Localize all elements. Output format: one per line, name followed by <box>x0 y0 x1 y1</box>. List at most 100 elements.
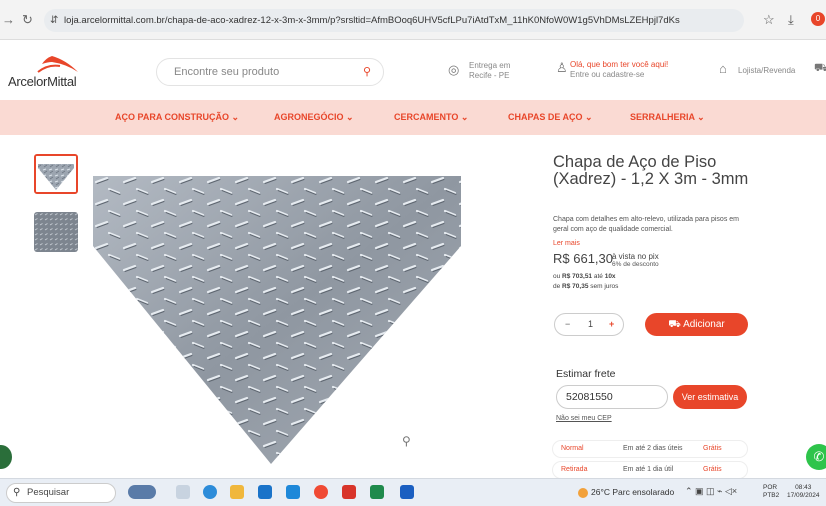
logo-mark-icon <box>37 56 78 73</box>
delivery-city: Recife - PE <box>469 71 510 80</box>
add-button-label: Adicionar <box>683 319 725 330</box>
pix-label: à vista no pix <box>612 252 659 261</box>
cart-icon[interactable]: ⛟ <box>814 62 826 76</box>
decrement-button[interactable]: − <box>565 319 570 329</box>
extension-badge[interactable]: 0 <box>811 12 825 26</box>
shipping-price: Grátis <box>703 466 722 473</box>
shipping-type: Normal <box>561 445 584 452</box>
price-note: à vista no pix 6% de desconto <box>612 253 659 269</box>
system-tray[interactable]: ⌃ ▣ ◫ ⌁ ◁× <box>685 486 737 497</box>
nav-chapas-de-aco[interactable]: CHAPAS DE AÇO ⌄ <box>508 112 593 123</box>
quantity-stepper: − 1 + <box>554 313 624 336</box>
delivery-label: Entrega em <box>469 61 511 70</box>
search-input[interactable]: Encontre seu produto ⚲ <box>156 58 384 86</box>
weather-text: 26°C Parc ensolarado <box>591 487 675 497</box>
store-link[interactable]: Lojista/Revenda <box>738 66 795 76</box>
windows-taskbar: ⚲ Pesquisar 26°C Parc ensolarado ⌃ ▣ ◫ ⌁… <box>0 478 826 506</box>
cart-add-icon: ⛟ <box>668 319 681 330</box>
store-app-icon[interactable] <box>258 485 272 499</box>
accessibility-button[interactable] <box>0 445 12 469</box>
mail-icon[interactable] <box>286 485 300 499</box>
site-info-icon[interactable]: ⇵ <box>50 9 58 32</box>
thumbnail-2[interactable] <box>34 212 78 252</box>
user-icon: ♙ <box>556 60 568 75</box>
pdf-app-icon[interactable] <box>342 485 356 499</box>
account-link[interactable]: Olá, que bom ter você aqui! Entre ou cad… <box>570 60 668 80</box>
edge-icon[interactable] <box>203 485 217 499</box>
language-indicator[interactable]: POR PTB2 <box>763 484 779 500</box>
zoom-icon[interactable]: ⚲ <box>402 434 411 448</box>
install-suffix: sem juros <box>588 283 619 290</box>
shipping-price: Grátis <box>703 445 722 452</box>
discount-label: 6% de desconto <box>612 261 659 268</box>
lang-line1: POR <box>763 484 778 491</box>
widget-image-icon[interactable] <box>128 485 156 499</box>
clock[interactable]: 08:43 17/09/2024 <box>787 484 820 500</box>
thumbnail-1[interactable] <box>34 154 78 194</box>
shipping-option-row: Normal Em até 2 dias úteis Grátis <box>552 440 748 458</box>
store-icon: ⌂ <box>719 61 727 76</box>
shipping-time: Em até 2 dias úteis <box>623 445 683 452</box>
install-count: 10x <box>604 273 616 280</box>
nav-serralheria[interactable]: SERRALHERIA ⌄ <box>630 112 705 123</box>
shipping-option-row: Retirada Em até 1 dia útil Grátis <box>552 461 748 479</box>
taskbar-search[interactable]: ⚲ Pesquisar <box>6 483 116 503</box>
login-text: Entre ou cadastre-se <box>570 70 645 79</box>
checkered-plate-image <box>93 176 461 464</box>
app-icon[interactable] <box>400 485 414 499</box>
nav-aco-construcao[interactable]: AÇO PARA CONSTRUÇÃO ⌄ <box>115 112 239 123</box>
category-nav: AÇO PARA CONSTRUÇÃO ⌄ AGRONEGÓCIO ⌄ CERC… <box>0 100 826 135</box>
install-each: R$ 70,35 <box>562 283 589 290</box>
weather-widget[interactable]: 26°C Parc ensolarado <box>578 487 674 498</box>
download-icon[interactable]: ⤓ <box>788 12 794 28</box>
taskbar-search-label: Pesquisar <box>27 487 70 498</box>
install-prefix: ou <box>553 273 563 280</box>
site-header: ArcelorMittal Encontre seu produto ⚲ ◎ E… <box>0 40 826 100</box>
install-line2-prefix: de <box>553 283 563 290</box>
shipping-label: Estimar frete <box>556 368 616 380</box>
address-bar[interactable]: ⇵ loja.arcelormittal.com.br/chapa-de-aco… <box>44 9 744 32</box>
quantity-value[interactable]: 1 <box>588 319 593 329</box>
nav-agronegocio[interactable]: AGRONEGÓCIO ⌄ <box>274 112 354 123</box>
forward-icon[interactable]: → <box>2 12 15 27</box>
search-icon: ⚲ <box>13 487 21 498</box>
bookmark-star-icon[interactable]: ☆ <box>763 12 775 28</box>
increment-button[interactable]: + <box>609 319 614 329</box>
install-total: R$ 703,51 <box>562 273 593 280</box>
install-mid: até <box>592 273 605 280</box>
clock-date: 17/09/2024 <box>787 492 820 499</box>
search-placeholder: Encontre seu produto <box>174 66 280 78</box>
product-image[interactable] <box>93 176 461 466</box>
whatsapp-icon: ✆ <box>813 449 825 464</box>
add-to-cart-button[interactable]: ⛟ Adicionar <box>645 313 748 336</box>
weather-icon <box>578 487 588 498</box>
cep-input[interactable]: 52081550 <box>556 385 668 409</box>
shipping-time: Em até 1 dia útil <box>623 466 674 473</box>
logo[interactable]: ArcelorMittal <box>8 52 98 92</box>
reload-icon[interactable]: ↻ <box>22 12 33 28</box>
logo-text: ArcelorMittal <box>8 74 77 89</box>
clock-time: 08:43 <box>795 484 812 491</box>
location-pin-icon: ◎ <box>448 62 460 77</box>
nav-cercamento[interactable]: CERCAMENTO ⌄ <box>394 112 468 123</box>
no-cep-link[interactable]: Não sei meu CEP <box>556 415 612 422</box>
thumbnail-2-image <box>34 212 78 252</box>
product-price: R$ 661,30 <box>553 251 613 266</box>
lang-line2: PTB2 <box>763 492 780 499</box>
estimate-shipping-button[interactable]: Ver estimativa <box>673 385 747 409</box>
read-more-link[interactable]: Ler mais <box>553 240 580 247</box>
chrome-icon[interactable] <box>314 485 328 499</box>
delivery-location[interactable]: Entrega em Recife - PE <box>469 61 510 81</box>
task-view-icon[interactable] <box>176 485 190 499</box>
file-explorer-icon[interactable] <box>230 485 244 499</box>
excel-icon[interactable] <box>370 485 384 499</box>
product-title: Chapa de Aço de Piso (Xadrez) - 1,2 X 3m… <box>553 153 749 188</box>
thumbnail-1-image <box>36 156 76 192</box>
browser-toolbar: → ↻ ⇵ loja.arcelormittal.com.br/chapa-de… <box>0 0 826 40</box>
search-icon[interactable]: ⚲ <box>363 59 371 85</box>
product-description: Chapa com detalhes em alto-relevo, utili… <box>553 216 739 233</box>
greeting-text: Olá, que bom ter você aqui! <box>570 60 669 69</box>
url-text: loja.arcelormittal.com.br/chapa-de-aco-x… <box>64 15 680 26</box>
shipping-type: Retirada <box>561 466 588 473</box>
whatsapp-button[interactable]: ✆ <box>806 444 826 470</box>
